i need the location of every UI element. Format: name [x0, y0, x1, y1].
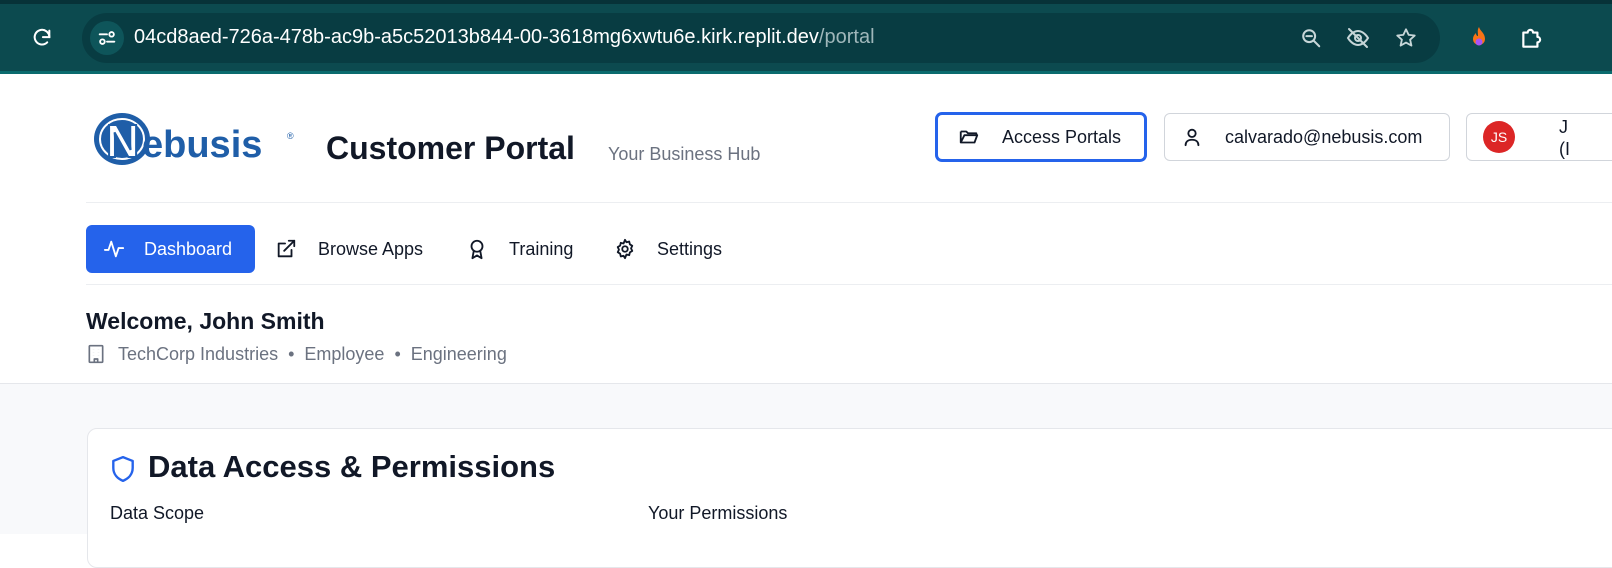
- nav-divider: [86, 284, 1612, 285]
- url-host: 04cd8aed-726a-478b-ac9b-a5c52013b844-00-…: [134, 26, 819, 48]
- folder-open-icon: [958, 126, 980, 148]
- url-path: /portal: [818, 26, 875, 48]
- nebusis-logo[interactable]: N ebusis ®: [92, 109, 298, 168]
- user-role: Employee: [304, 343, 385, 364]
- user-icon: [1181, 126, 1203, 148]
- svg-text:N: N: [106, 115, 139, 167]
- extensions-puzzle-icon[interactable]: [1518, 24, 1546, 52]
- access-portals-label: Access Portals: [1002, 126, 1122, 147]
- nav-training[interactable]: Training: [465, 225, 573, 273]
- browser-toolbar: 04cd8aed-726a-478b-ac9b-a5c52013b844-00-…: [0, 0, 1612, 74]
- page-title: Customer Portal: [326, 130, 575, 166]
- page-subtitle: Your Business Hub: [608, 144, 761, 164]
- user-menu-text: J (I: [1559, 116, 1570, 160]
- site-info-icon[interactable]: [90, 21, 124, 55]
- nav-label: Browse Apps: [318, 238, 424, 259]
- data-access-card: Data Access & Permissions Data Scope You…: [87, 428, 1612, 568]
- nav-label: Dashboard: [144, 238, 233, 259]
- account-email-button[interactable]: calvarado@nebusis.com: [1164, 113, 1450, 161]
- meta-separator: •: [394, 343, 401, 364]
- svg-text:ebusis: ebusis: [142, 124, 262, 166]
- gear-icon: [613, 237, 637, 261]
- user-department: Engineering: [410, 343, 507, 364]
- external-link-icon: [274, 237, 298, 261]
- zoom-out-icon[interactable]: [1299, 26, 1323, 50]
- svg-text:®: ®: [287, 131, 294, 141]
- meta-separator: •: [288, 343, 295, 364]
- nav-dashboard[interactable]: Dashboard: [86, 225, 255, 273]
- extension-flame-icon[interactable]: [1465, 24, 1493, 52]
- user-name-line: J: [1559, 117, 1568, 137]
- account-email: calvarado@nebusis.com: [1225, 126, 1423, 147]
- reload-icon[interactable]: [30, 26, 54, 50]
- url-text[interactable]: 04cd8aed-726a-478b-ac9b-a5c52013b844-00-…: [134, 26, 875, 49]
- access-portals-button[interactable]: Access Portals: [936, 113, 1146, 161]
- tab-strip: [0, 0, 1612, 4]
- avatar: JS: [1483, 121, 1515, 153]
- header-divider: [86, 202, 1612, 203]
- nav-settings[interactable]: Settings: [613, 225, 722, 273]
- building-icon: [86, 344, 106, 364]
- company-name: TechCorp Industries: [118, 343, 279, 364]
- eye-off-icon[interactable]: [1346, 26, 1370, 50]
- card-title: Data Access & Permissions: [148, 449, 556, 484]
- activity-icon: [102, 237, 126, 261]
- address-bar[interactable]: 04cd8aed-726a-478b-ac9b-a5c52013b844-00-…: [82, 13, 1440, 63]
- nav-browse-apps[interactable]: Browse Apps: [274, 225, 423, 273]
- nav-label: Training: [509, 238, 574, 259]
- user-meta: TechCorp Industries • Employee • Enginee…: [86, 343, 507, 365]
- user-role-line: (I: [1559, 139, 1570, 159]
- dashboard-content: Data Access & Permissions Data Scope You…: [0, 383, 1612, 568]
- data-scope-label: Data Scope: [110, 503, 205, 523]
- star-icon[interactable]: [1394, 26, 1418, 50]
- user-menu-button[interactable]: JS J (I: [1466, 113, 1612, 161]
- award-icon: [465, 237, 489, 261]
- shield-icon: [110, 455, 136, 483]
- nav-label: Settings: [657, 238, 723, 259]
- permissions-label: Your Permissions: [648, 503, 788, 523]
- app-header: N ebusis ® Customer Portal Your Business…: [0, 77, 1612, 203]
- welcome-heading: Welcome, John Smith: [86, 308, 325, 334]
